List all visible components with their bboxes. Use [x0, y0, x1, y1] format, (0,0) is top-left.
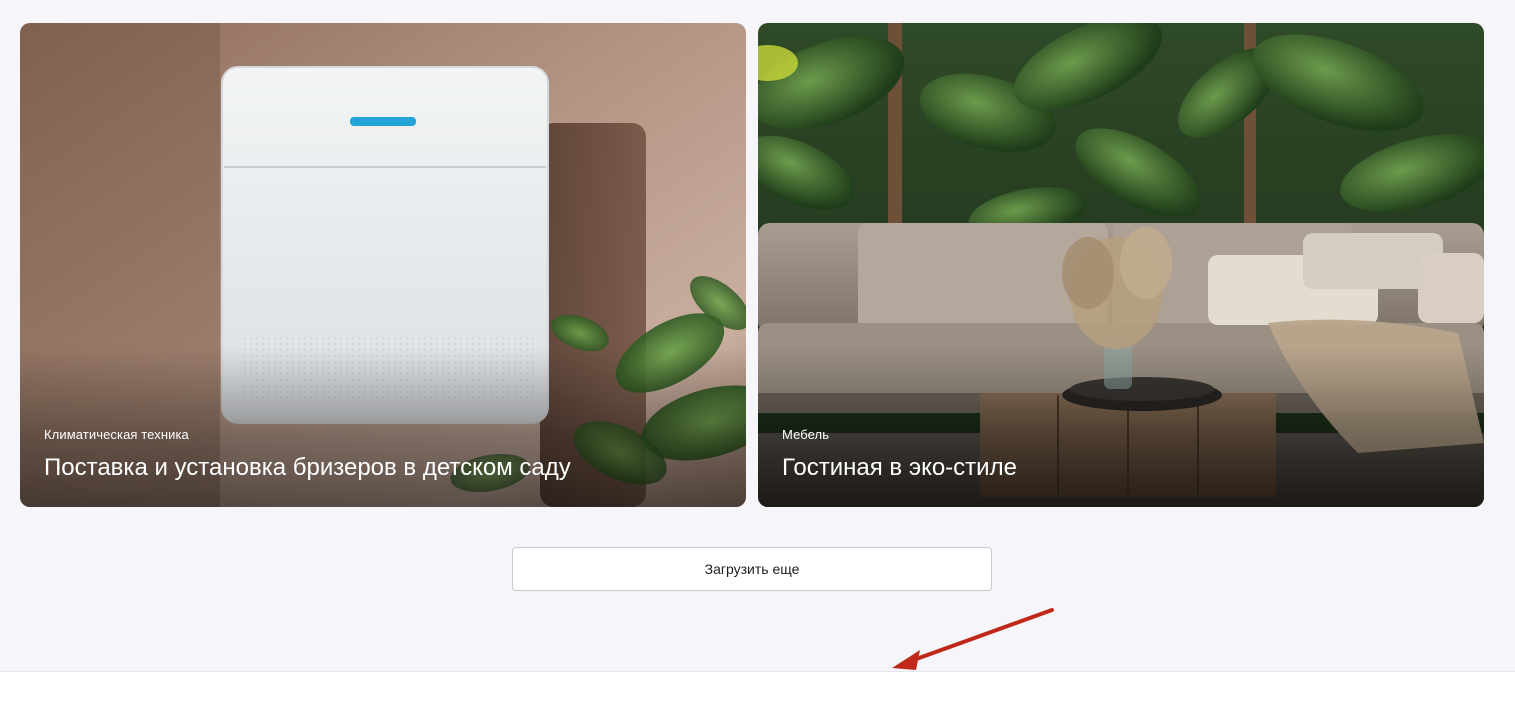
- card-title[interactable]: Гостиная в эко-стиле: [782, 453, 1017, 483]
- projects-grid: Климатическая техника Поставка и установ…: [20, 23, 1484, 507]
- project-card-living-room[interactable]: Мебель Гостиная в эко-стиле: [758, 23, 1484, 507]
- card-title[interactable]: Поставка и установка бризеров в детском …: [44, 453, 571, 483]
- card-text-overlay: [758, 347, 1484, 507]
- load-more-button[interactable]: Загрузить еще: [512, 547, 992, 591]
- footer-section: [0, 671, 1515, 721]
- card-category: Климатическая техника: [44, 427, 189, 442]
- red-arrow-icon: [892, 608, 1054, 670]
- card-category: Мебель: [782, 427, 830, 442]
- project-card-breather[interactable]: Климатическая техника Поставка и установ…: [20, 23, 746, 507]
